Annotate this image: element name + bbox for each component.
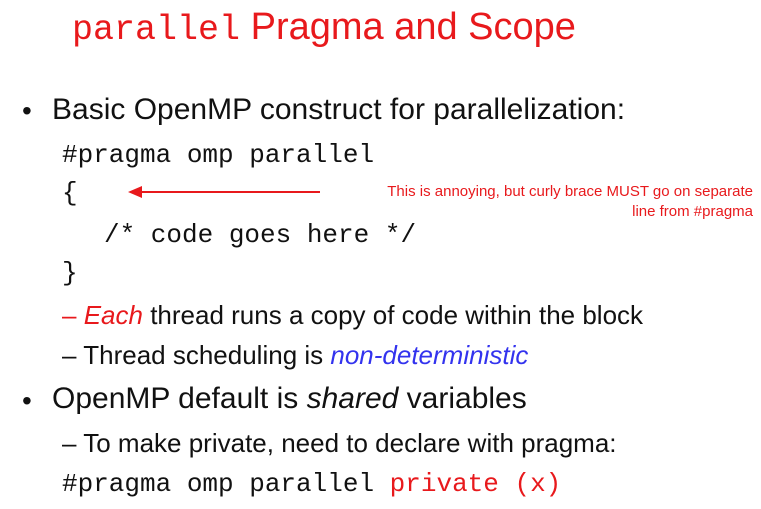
bullet-2-pre: OpenMP default is: [52, 382, 307, 415]
emphasis-each: Each: [83, 300, 143, 330]
code-line-open-brace: {: [62, 178, 78, 208]
sub-bullet-text: thread runs a copy of code within the bl…: [142, 300, 644, 330]
bullet-2-text: OpenMP default is shared variables: [52, 381, 527, 417]
emphasis-non-deterministic: non-deterministic: [330, 340, 529, 370]
bullet-1-marker: •: [22, 95, 32, 126]
code-pragma-plain: #pragma omp parallel: [62, 469, 390, 499]
slide-title: parallel Pragma and Scope: [72, 4, 576, 53]
sub-bullet-dash: –: [62, 428, 77, 458]
title-code-keyword: parallel: [72, 10, 241, 50]
sub-bullet-private: – To make private, need to declare with …: [62, 427, 617, 459]
sub-bullet-each-thread: – Each thread runs a copy of code within…: [62, 299, 643, 331]
emphasis-shared: shared: [306, 382, 399, 415]
sub-bullet-text: To make private, need to declare with pr…: [83, 428, 617, 458]
title-text: Pragma and Scope: [250, 6, 576, 48]
code-line-comment: /* code goes here */: [104, 220, 417, 250]
code-line-pragma: #pragma omp parallel: [62, 140, 375, 170]
sub-bullet-scheduling: – Thread scheduling is non-deterministic: [62, 339, 528, 371]
sub-bullet-dash: –: [62, 300, 77, 330]
code-line-close-brace: }: [62, 258, 78, 288]
bullet-2-marker: •: [22, 385, 32, 416]
bullet-1-text: Basic OpenMP construct for parallelizati…: [52, 93, 626, 126]
annotation-note: This is annoying, but curly brace MUST g…: [387, 182, 753, 222]
code-line-private-pragma: #pragma omp parallel private (x): [62, 468, 561, 500]
sub-bullet-text: Thread scheduling is: [83, 340, 331, 370]
code-private-clause: private (x): [389, 469, 562, 499]
bullet-2-post: variables: [398, 382, 527, 415]
annotation-arrow-icon: [128, 186, 320, 198]
annotation-note-line-2: line from #pragma: [632, 203, 753, 220]
sub-bullet-dash: –: [62, 340, 77, 370]
annotation-note-line-1: This is annoying, but curly brace MUST g…: [387, 183, 753, 200]
